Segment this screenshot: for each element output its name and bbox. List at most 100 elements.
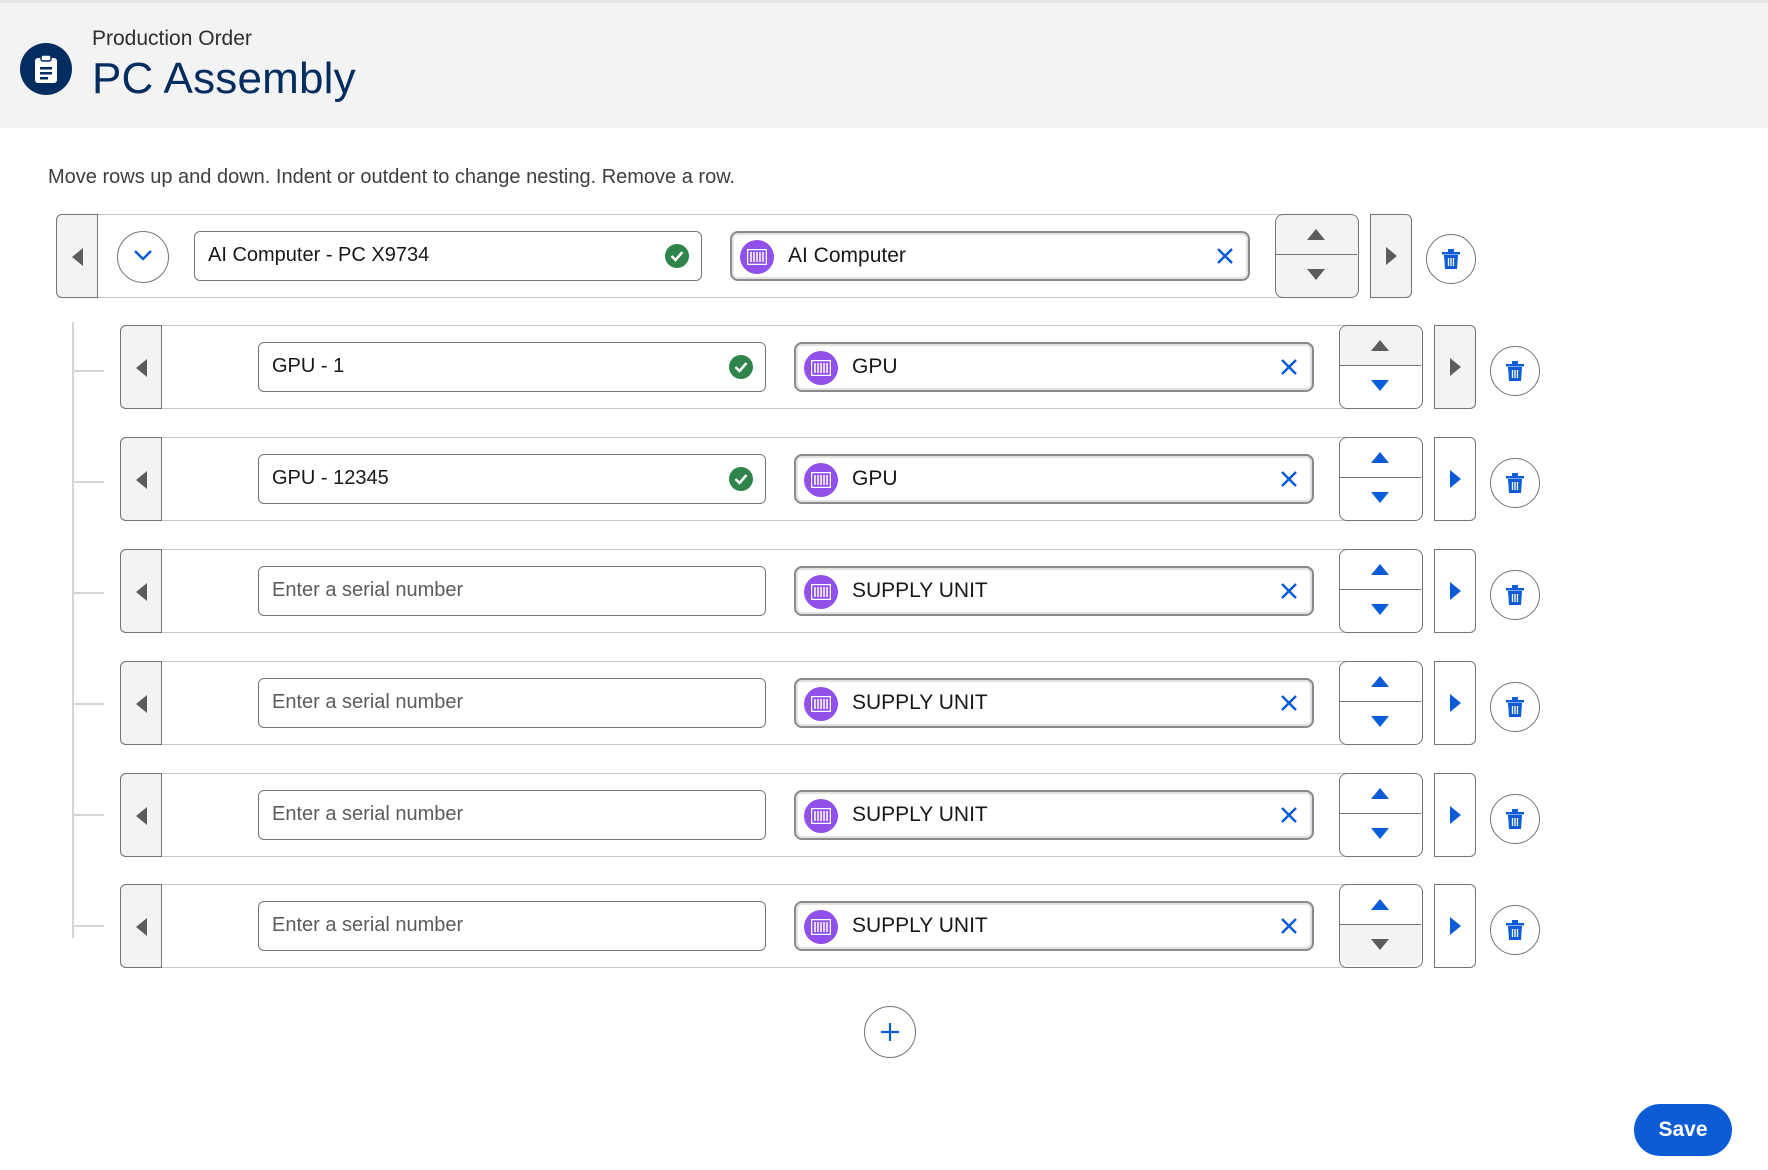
- move-button-group: [1339, 661, 1423, 745]
- check-icon: [665, 244, 689, 268]
- product-lookup[interactable]: SUPPLY UNIT: [794, 790, 1314, 840]
- tree-line: [72, 370, 104, 372]
- serial-number-value: GPU - 1: [272, 355, 345, 377]
- move-down-button[interactable]: [1340, 702, 1421, 742]
- object-label: Production Order: [92, 27, 252, 50]
- table-row: Enter a serial number SUPPLY UNIT: [120, 884, 1476, 968]
- outdent-button[interactable]: [120, 884, 162, 968]
- move-down-button[interactable]: [1340, 478, 1421, 518]
- instructions-text: Move rows up and down. Indent or outdent…: [48, 166, 736, 188]
- move-up-button[interactable]: [1340, 550, 1421, 590]
- close-icon[interactable]: [1278, 468, 1300, 490]
- product-lookup[interactable]: SUPPLY UNIT: [794, 678, 1314, 728]
- save-button[interactable]: Save: [1634, 1104, 1732, 1156]
- close-icon[interactable]: [1278, 580, 1300, 602]
- tree-line: [72, 592, 104, 594]
- tree-line: [72, 481, 104, 483]
- move-up-button[interactable]: [1340, 662, 1421, 702]
- serial-number-placeholder: Enter a serial number: [272, 803, 464, 825]
- product-icon: [804, 799, 838, 833]
- move-up-button[interactable]: [1340, 438, 1421, 478]
- close-icon[interactable]: [1278, 356, 1300, 378]
- table-row: Enter a serial number SUPPLY UNIT: [120, 773, 1476, 857]
- product-lookup[interactable]: GPU: [794, 342, 1314, 392]
- table-row: Enter a serial number SUPPLY UNIT: [120, 661, 1476, 745]
- serial-number-placeholder: Enter a serial number: [272, 579, 464, 601]
- product-icon: [804, 463, 838, 497]
- close-icon[interactable]: [1278, 692, 1300, 714]
- move-button-group: [1339, 549, 1423, 633]
- check-icon: [729, 467, 753, 491]
- delete-row-button[interactable]: [1490, 458, 1540, 508]
- move-up-button[interactable]: [1340, 326, 1421, 366]
- product-label: SUPPLY UNIT: [852, 914, 988, 937]
- serial-number-field[interactable]: AI Computer - PC X9734: [194, 231, 702, 281]
- outdent-button[interactable]: [120, 325, 162, 409]
- tree-line: [72, 322, 74, 938]
- delete-row-button[interactable]: [1426, 234, 1476, 284]
- table-row: AI Computer - PC X9734 AI Computer: [56, 214, 1412, 298]
- collapse-button[interactable]: [117, 231, 169, 283]
- move-up-button[interactable]: [1276, 215, 1357, 255]
- move-down-button[interactable]: [1276, 255, 1357, 295]
- product-icon: [740, 240, 774, 274]
- outdent-button[interactable]: [120, 773, 162, 857]
- indent-button[interactable]: [1434, 549, 1476, 633]
- indent-button[interactable]: [1434, 884, 1476, 968]
- indent-button[interactable]: [1370, 214, 1412, 298]
- outdent-button[interactable]: [56, 214, 98, 298]
- delete-row-button[interactable]: [1490, 570, 1540, 620]
- product-lookup[interactable]: AI Computer: [730, 231, 1250, 281]
- product-label: GPU: [852, 467, 898, 490]
- clipboard-icon: [20, 43, 72, 95]
- tree-line: [72, 703, 104, 705]
- delete-row-button[interactable]: [1490, 682, 1540, 732]
- product-lookup[interactable]: SUPPLY UNIT: [794, 901, 1314, 951]
- move-down-button[interactable]: [1340, 925, 1421, 965]
- product-label: SUPPLY UNIT: [852, 579, 988, 602]
- product-lookup[interactable]: GPU: [794, 454, 1314, 504]
- delete-row-button[interactable]: [1490, 346, 1540, 396]
- move-button-group: [1339, 884, 1423, 968]
- outdent-button[interactable]: [120, 661, 162, 745]
- product-icon: [804, 351, 838, 385]
- delete-row-button[interactable]: [1490, 794, 1540, 844]
- move-down-button[interactable]: [1340, 814, 1421, 854]
- tree-line: [72, 814, 104, 816]
- close-icon[interactable]: [1278, 804, 1300, 826]
- move-button-group: [1339, 325, 1423, 409]
- serial-number-field[interactable]: Enter a serial number: [258, 566, 766, 616]
- indent-button[interactable]: [1434, 661, 1476, 745]
- tree-line: [72, 925, 104, 927]
- close-icon[interactable]: [1278, 915, 1300, 937]
- indent-button[interactable]: [1434, 773, 1476, 857]
- table-row: GPU - 12345 GPU: [120, 437, 1476, 521]
- serial-number-field[interactable]: GPU - 12345: [258, 454, 766, 504]
- move-button-group: [1339, 437, 1423, 521]
- move-down-button[interactable]: [1340, 590, 1421, 630]
- serial-number-value: AI Computer - PC X9734: [208, 244, 430, 266]
- outdent-button[interactable]: [120, 437, 162, 521]
- move-down-button[interactable]: [1340, 366, 1421, 406]
- serial-number-field[interactable]: Enter a serial number: [258, 901, 766, 951]
- table-row: Enter a serial number SUPPLY UNIT: [120, 549, 1476, 633]
- serial-number-field[interactable]: GPU - 1: [258, 342, 766, 392]
- serial-number-field[interactable]: Enter a serial number: [258, 790, 766, 840]
- page-header: Production Order PC Assembly: [0, 0, 1768, 128]
- delete-row-button[interactable]: [1490, 905, 1540, 955]
- indent-button[interactable]: [1434, 437, 1476, 521]
- outdent-button[interactable]: [120, 549, 162, 633]
- move-up-button[interactable]: [1340, 774, 1421, 814]
- product-lookup[interactable]: SUPPLY UNIT: [794, 566, 1314, 616]
- product-label: SUPPLY UNIT: [852, 691, 988, 714]
- table-row: GPU - 1 GPU: [120, 325, 1476, 409]
- move-button-group: [1339, 773, 1423, 857]
- plus-icon: [881, 1023, 899, 1041]
- move-up-button[interactable]: [1340, 885, 1421, 925]
- product-label: AI Computer: [788, 244, 906, 267]
- close-icon[interactable]: [1214, 245, 1236, 267]
- serial-number-field[interactable]: Enter a serial number: [258, 678, 766, 728]
- indent-button[interactable]: [1434, 325, 1476, 409]
- add-row-button[interactable]: [864, 1006, 916, 1058]
- move-button-group: [1275, 214, 1359, 298]
